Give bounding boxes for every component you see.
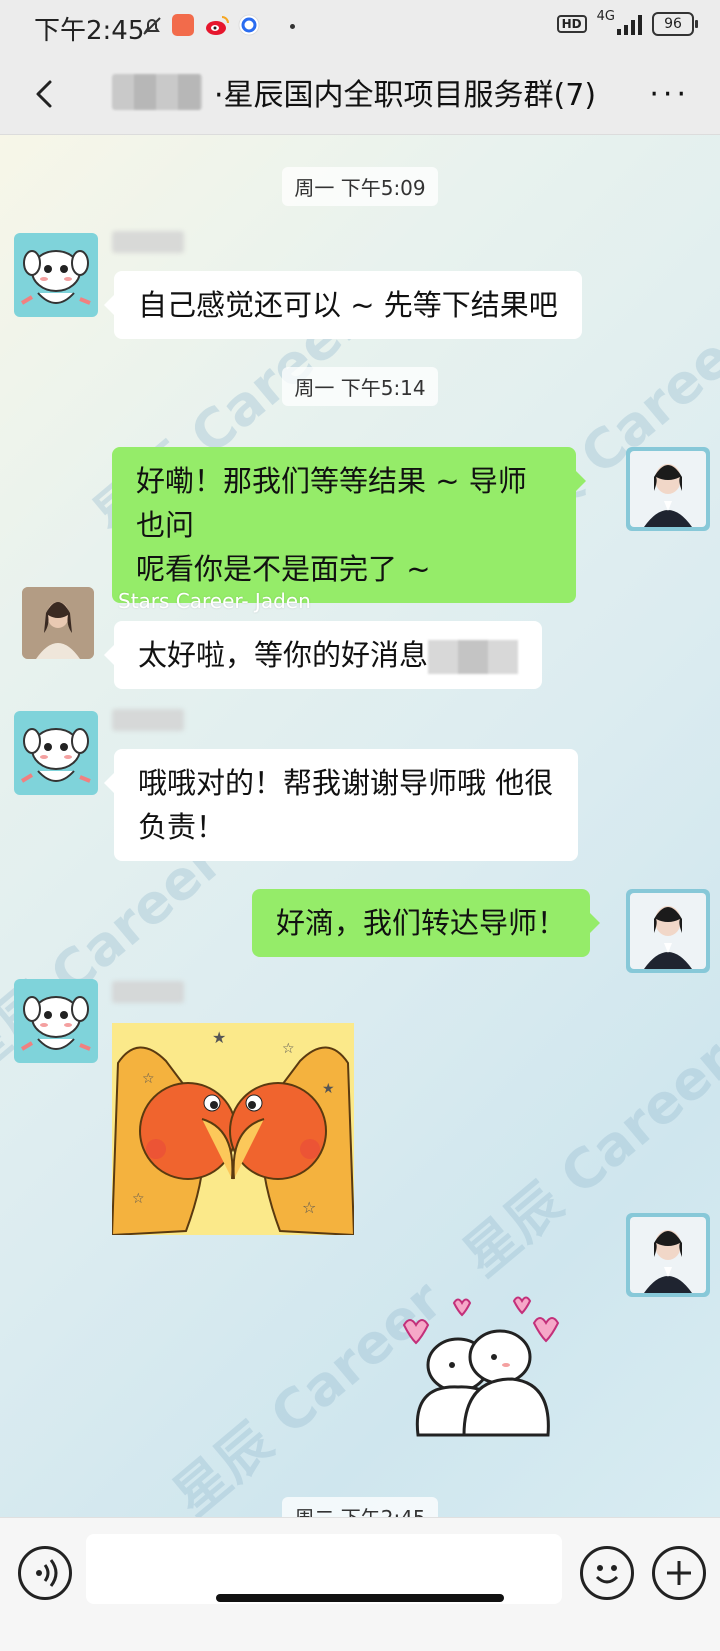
- person-photo-icon: [630, 1217, 706, 1293]
- svg-text:☆: ☆: [142, 1071, 155, 1087]
- svg-text:☆: ☆: [282, 1041, 295, 1057]
- plus-icon: [667, 1561, 691, 1585]
- timestamp: 周一 下午5:09: [0, 167, 720, 206]
- message-bubble-outgoing[interactable]: 好嘞！那我们等等结果 ~ 导师也问 呢看你是不是面完了 ~: [112, 447, 586, 603]
- chat-title[interactable]: ·星辰国内全职项目服务群(7): [214, 70, 596, 114]
- person-photo-icon: [630, 893, 706, 969]
- network-type: 4G: [596, 8, 615, 24]
- svg-text:★: ★: [322, 1081, 335, 1097]
- blurred-sender-name: [112, 981, 184, 1003]
- message-line: 负责！: [138, 810, 226, 844]
- hd-badge: HD: [556, 15, 587, 33]
- battery-indicator: 96: [652, 12, 698, 36]
- self-avatar[interactable]: [626, 1213, 710, 1297]
- signal-icon: [617, 13, 642, 35]
- avatar[interactable]: [14, 233, 98, 317]
- emoji-icon: [595, 1565, 619, 1584]
- emoji-button[interactable]: [580, 1546, 634, 1600]
- message-line: 呢看你是不是面完了 ~: [136, 552, 431, 586]
- timestamp: 周二 下午2:45: [0, 1497, 720, 1517]
- input-bar: [0, 1517, 720, 1651]
- message-bubble[interactable]: 自己感觉还可以 ~ 先等下结果吧: [104, 271, 582, 339]
- self-avatar[interactable]: [626, 447, 710, 531]
- duck-sticker[interactable]: ★ ☆ ☆ ☆ ☆ ★: [112, 1023, 354, 1235]
- svg-text:★: ★: [212, 1028, 226, 1047]
- blurred-title-prefix: [112, 74, 202, 110]
- back-icon[interactable]: [24, 72, 68, 116]
- dog-avatar-icon: [20, 996, 91, 1051]
- more-notifications-dot: [290, 24, 295, 29]
- mute-icon: [143, 17, 161, 35]
- message-line: 好嘞！那我们等等结果 ~ 导师也问: [136, 464, 527, 542]
- sender-name: Stars Career- Jaden: [118, 589, 311, 613]
- svg-text:☆: ☆: [302, 1198, 316, 1217]
- message-bubble-outgoing[interactable]: 好滴，我们转达导师！: [252, 889, 601, 957]
- status-right: HD 4G 96: [556, 8, 698, 36]
- person-photo-icon: [22, 587, 94, 659]
- home-indicator[interactable]: [216, 1594, 504, 1602]
- message-bubble[interactable]: 太好啦，等你的好消息: [103, 621, 543, 689]
- plus-button[interactable]: [652, 1546, 706, 1600]
- blurred-content: [428, 640, 519, 674]
- message-line: 哦哦对的！帮我谢谢导师哦 他很: [138, 766, 554, 800]
- more-options-icon[interactable]: ···: [649, 80, 690, 110]
- avatar[interactable]: [14, 711, 98, 795]
- blurred-sender-name: [112, 231, 184, 253]
- status-time: 下午2:45: [34, 16, 145, 46]
- blurred-sender-name: [112, 709, 184, 731]
- voice-button[interactable]: [18, 1546, 72, 1600]
- hug-bear-sticker[interactable]: [394, 1295, 574, 1463]
- chat-header: ·星辰国内全职项目服务群(7) ···: [0, 54, 720, 135]
- avatar[interactable]: [22, 587, 94, 659]
- voice-icon: [36, 1559, 58, 1587]
- timestamp: 周一 下午5:14: [0, 367, 720, 406]
- status-bar: 下午2:45 HD 4G 96: [0, 0, 720, 54]
- self-avatar[interactable]: [626, 889, 710, 973]
- app-notification-icon: [172, 14, 194, 36]
- person-photo-icon: [630, 451, 706, 527]
- avatar[interactable]: [14, 979, 98, 1063]
- message-text: 太好啦，等你的好消息: [138, 638, 429, 672]
- app-notification-icon-2: [238, 14, 260, 36]
- dog-avatar-icon: [20, 250, 91, 305]
- svg-text:☆: ☆: [132, 1191, 145, 1207]
- dog-avatar-icon: [20, 728, 91, 783]
- weibo-icon: [206, 16, 229, 35]
- chat-area[interactable]: 星辰 Career 星辰 Career 星辰 Career 星辰 Career …: [0, 135, 720, 1517]
- message-bubble[interactable]: 哦哦对的！帮我谢谢导师哦 他很 负责！: [104, 749, 578, 861]
